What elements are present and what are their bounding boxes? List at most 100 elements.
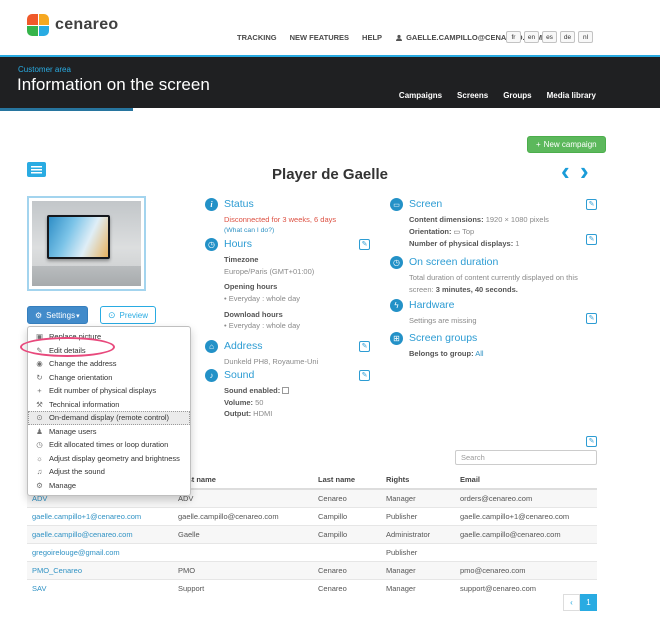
edit-hours-icon[interactable] bbox=[359, 239, 370, 250]
cell-first-name: Gaelle bbox=[173, 526, 313, 544]
volume-icon: ♫ bbox=[35, 467, 44, 476]
menu-adjust-geometry[interactable]: ☼Adjust display geometry and brightness bbox=[28, 452, 190, 466]
menu-on-demand-display[interactable]: ⊙On-demand display (remote control) bbox=[28, 411, 190, 425]
plus-icon: + bbox=[35, 386, 44, 395]
lang-nl[interactable]: nl bbox=[578, 31, 593, 43]
screen-groups-section: Screen groups Belongs to group: All bbox=[390, 332, 597, 360]
menu-edit-physical-displays[interactable]: +Edit number of physical displays bbox=[28, 384, 190, 398]
nav-campaigns[interactable]: Campaigns bbox=[399, 91, 442, 100]
col-last-name[interactable]: Last name bbox=[313, 471, 381, 489]
menu-change-orientation[interactable]: ↻Change orientation bbox=[28, 371, 190, 385]
header-accent-bar bbox=[0, 108, 133, 111]
sound-enabled-checkbox[interactable] bbox=[282, 387, 289, 394]
pagination-page-1-button[interactable]: 1 bbox=[580, 594, 597, 611]
previous-screen-chevron[interactable]: ‹ bbox=[561, 156, 570, 187]
dimensions-label: Content dimensions: bbox=[409, 215, 484, 224]
cell-rights: Administrator bbox=[381, 526, 455, 544]
status-message: Disconnected for 3 weeks, 6 days bbox=[224, 214, 370, 226]
cell-last-name: Campillo bbox=[313, 508, 381, 526]
edit-address-icon[interactable] bbox=[359, 341, 370, 352]
sound-enabled-label: Sound enabled: bbox=[224, 386, 280, 395]
hardware-title: Hardware bbox=[409, 299, 455, 312]
menu-replace-picture[interactable]: ▣Replace picture bbox=[28, 330, 190, 344]
main-nav: Campaigns Screens Groups Media library bbox=[399, 91, 596, 100]
groups-value-link[interactable]: All bbox=[475, 349, 483, 358]
settings-button[interactable]: Settings bbox=[27, 306, 88, 324]
menu-change-address[interactable]: ◉Change the address bbox=[28, 357, 190, 371]
nav-tracking[interactable]: TRACKING bbox=[237, 33, 277, 42]
preview-button[interactable]: Preview bbox=[100, 306, 156, 324]
address-value: Dunkeld PH8, Royaume-Uni bbox=[224, 356, 370, 368]
cell-last-name: Campillo bbox=[313, 526, 381, 544]
hours-title: Hours bbox=[224, 238, 252, 251]
menu-manage-users[interactable]: ♟Manage users bbox=[28, 425, 190, 439]
status-help-link[interactable]: (What can I do?) bbox=[224, 226, 370, 237]
photo-floor bbox=[32, 266, 141, 286]
nav-help[interactable]: HELP bbox=[362, 33, 382, 42]
edit-screen-icon[interactable] bbox=[586, 199, 597, 210]
output-value: HDMI bbox=[253, 409, 272, 418]
user-link[interactable]: gregoirelouge@gmail.com bbox=[27, 544, 173, 562]
eye-icon bbox=[108, 310, 116, 321]
nav-groups[interactable]: Groups bbox=[503, 91, 531, 100]
cell-last-name bbox=[313, 544, 381, 562]
pagination-prev-button[interactable]: ‹ bbox=[563, 594, 580, 611]
edit-sound-icon[interactable] bbox=[359, 370, 370, 381]
nav-screens[interactable]: Screens bbox=[457, 91, 488, 100]
orientation-value: Top bbox=[462, 227, 474, 236]
col-rights[interactable]: Rights bbox=[381, 471, 455, 489]
picture-icon: ▣ bbox=[35, 332, 44, 341]
user-link[interactable]: PMO_Cenareo bbox=[27, 562, 173, 580]
menu-edit-allocated-times[interactable]: ◷Edit allocated times or loop duration bbox=[28, 438, 190, 452]
sound-title: Sound bbox=[224, 369, 254, 382]
col-first-name[interactable]: First name bbox=[173, 471, 313, 489]
menu-manage[interactable]: ⚙Manage bbox=[28, 479, 190, 493]
orientation-label: Orientation: bbox=[409, 227, 452, 236]
table-row: PMO_Cenareo PMO Cenareo Manager pmo@cena… bbox=[27, 562, 597, 580]
cell-email: pmo@cenareo.com bbox=[455, 562, 597, 580]
nav-media-library[interactable]: Media library bbox=[547, 91, 596, 100]
menu-technical-information[interactable]: ⚒Technical information bbox=[28, 398, 190, 412]
user-link[interactable]: gaelle.campillo+1@cenareo.com bbox=[27, 508, 173, 526]
page: cenareo TRACKING NEW FEATURES HELP GAELL… bbox=[0, 0, 660, 640]
edit-users-icon[interactable] bbox=[586, 436, 597, 447]
cell-rights: Manager bbox=[381, 489, 455, 508]
preview-label: Preview bbox=[120, 311, 148, 320]
download-hours-value: Everyday : whole day bbox=[224, 320, 370, 332]
table-row: gregoirelouge@gmail.com Publisher bbox=[27, 544, 597, 562]
groups-label: Belongs to group: bbox=[409, 349, 474, 358]
gear-icon: ⚙ bbox=[35, 481, 44, 490]
status-icon bbox=[205, 198, 218, 211]
pagination: ‹ 1 bbox=[27, 594, 597, 611]
person-icon bbox=[395, 34, 403, 42]
lang-fr[interactable]: fr bbox=[506, 31, 521, 43]
screen-photo bbox=[32, 201, 141, 286]
address-icon bbox=[205, 340, 218, 353]
user-link[interactable]: gaelle.campillo@cenareo.com bbox=[27, 526, 173, 544]
hardware-section: Hardware Settings are missing bbox=[390, 299, 597, 327]
status-title: Status bbox=[224, 198, 254, 211]
edit-displays-icon[interactable] bbox=[586, 234, 597, 245]
breadcrumb[interactable]: Customer area bbox=[18, 65, 71, 74]
menu-edit-details[interactable]: ✎Edit details bbox=[28, 344, 190, 358]
duration-section: On screen duration Total duration of con… bbox=[390, 256, 597, 295]
nav-new-features[interactable]: NEW FEATURES bbox=[290, 33, 349, 42]
address-title: Address bbox=[224, 340, 263, 353]
cell-first-name: PMO bbox=[173, 562, 313, 580]
groups-title: Screen groups bbox=[409, 332, 477, 345]
users-search-input[interactable] bbox=[455, 450, 597, 465]
menu-adjust-sound[interactable]: ♫Adjust the sound bbox=[28, 465, 190, 479]
monitor-icon bbox=[452, 227, 463, 236]
next-screen-chevron[interactable]: › bbox=[580, 156, 589, 187]
cenareo-logo[interactable]: cenareo bbox=[27, 14, 118, 36]
clock-icon bbox=[205, 238, 218, 251]
col-email[interactable]: Email bbox=[455, 471, 597, 489]
new-campaign-button[interactable]: + New campaign bbox=[527, 136, 606, 153]
lang-en[interactable]: en bbox=[524, 31, 539, 43]
opening-hours-value: Everyday : whole day bbox=[224, 293, 370, 305]
lang-es[interactable]: es bbox=[542, 31, 557, 43]
volume-label: Volume: bbox=[224, 398, 253, 407]
edit-hardware-icon[interactable] bbox=[586, 313, 597, 324]
cell-rights: Publisher bbox=[381, 544, 455, 562]
lang-de[interactable]: de bbox=[560, 31, 575, 43]
